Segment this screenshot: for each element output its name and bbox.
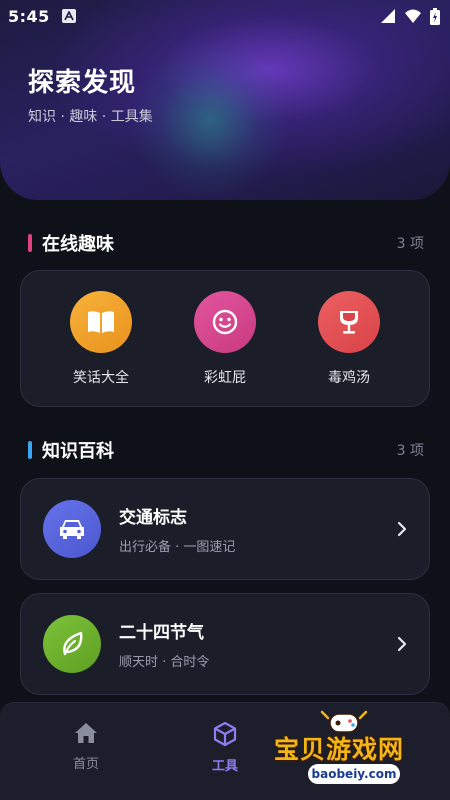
list-item-traffic-signs[interactable]: 交通标志 出行必备 · 一图速记	[20, 478, 430, 580]
hero-header: 5:45 探索发现 知识 · 趣味 · 工具集	[0, 0, 450, 200]
fun-tools-card: 笑话大全 彩虹屁 毒鸡汤	[20, 270, 430, 407]
section-header-fun: 在线趣味 3 项	[28, 230, 424, 256]
nav-label: 首页	[72, 757, 99, 772]
goblet-icon	[318, 290, 380, 353]
list-item-text: 二十四节气 顺天时 · 合时令	[119, 618, 209, 670]
tool-item-rainbow-fart[interactable]: 彩虹屁	[170, 290, 280, 387]
section-title: 知识百科	[42, 441, 114, 462]
watermark-logo: 宝贝游戏网 baobeiy.com	[268, 708, 446, 794]
section-header-knowledge: 知识百科 3 项	[28, 437, 424, 463]
book-icon	[70, 290, 132, 353]
notification-a-icon	[61, 9, 76, 23]
status-bar: 5:45	[0, 0, 450, 32]
battery-icon	[430, 7, 440, 25]
list-item-solar-terms[interactable]: 二十四节气 顺天时 · 合时令	[20, 593, 430, 695]
cube-icon	[213, 721, 237, 747]
nav-item-tools[interactable]: 工具	[185, 721, 265, 774]
tool-label: 毒鸡汤	[328, 369, 370, 386]
leaf-icon	[43, 615, 101, 673]
tool-item-jokes[interactable]: 笑话大全	[46, 290, 156, 387]
status-time: 5:45	[8, 6, 50, 26]
section-count: 3 项	[396, 236, 424, 252]
list-item-subtitle: 出行必备 · 一图速记	[119, 540, 236, 555]
wifi-icon	[405, 9, 421, 23]
signal-icon	[381, 9, 395, 23]
tool-item-poison-soup[interactable]: 毒鸡汤	[294, 290, 404, 387]
tool-label: 笑话大全	[73, 369, 129, 386]
nav-label: 工具	[211, 759, 238, 774]
watermark-url: baobeiy.com	[308, 764, 400, 784]
list-item-title: 交通标志	[119, 508, 187, 528]
chevron-right-icon	[397, 636, 407, 652]
chevron-right-icon	[397, 521, 407, 537]
car-icon	[43, 500, 101, 558]
section-title: 在线趣味	[42, 234, 114, 255]
list-item-subtitle: 顺天时 · 合时令	[119, 655, 210, 670]
nav-item-home[interactable]: 首页	[46, 721, 126, 772]
watermark-text: 宝贝游戏网	[274, 735, 405, 764]
list-item-title: 二十四节气	[119, 623, 204, 643]
section-count: 3 项	[396, 443, 424, 459]
page-subtitle: 知识 · 趣味 · 工具集	[28, 109, 153, 125]
smiley-icon	[194, 290, 256, 353]
home-icon	[75, 723, 97, 743]
section-accent-bar	[28, 234, 32, 252]
list-item-text: 交通标志 出行必备 · 一图速记	[119, 503, 235, 555]
tool-label: 彩虹屁	[204, 369, 246, 386]
section-accent-bar	[28, 441, 32, 459]
page-title: 探索发现	[28, 68, 137, 98]
